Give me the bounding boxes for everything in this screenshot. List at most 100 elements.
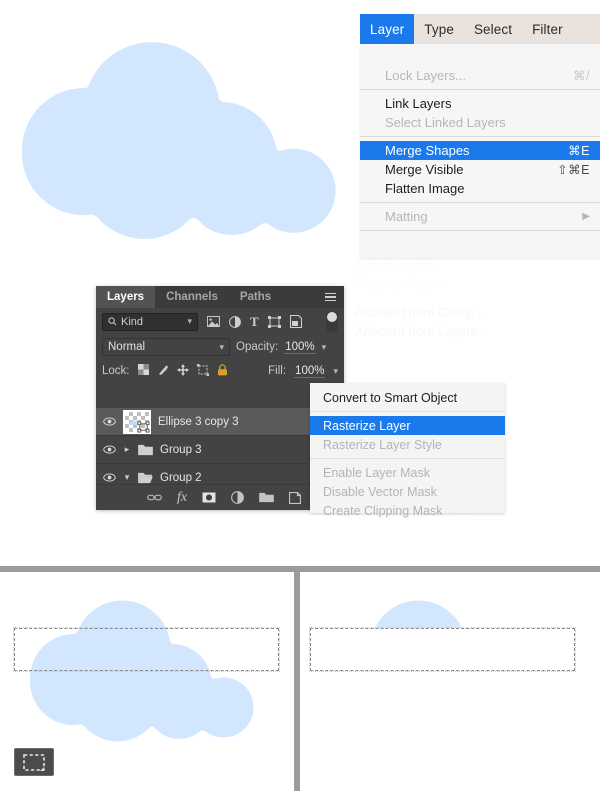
menu-item-link-layers-label: Link Layers (385, 96, 452, 111)
menu-item-select-linked-layers[interactable]: Select Linked Layers (360, 113, 600, 132)
lock-all-icon[interactable] (217, 363, 228, 379)
menu-item-matting-label: Matting (385, 209, 428, 224)
filter-kind-select[interactable]: Kind ▾ (102, 312, 198, 331)
rectangular-marquee-selection[interactable] (309, 627, 576, 672)
lock-position-icon[interactable] (176, 363, 189, 379)
folder-closed-icon (138, 444, 153, 456)
folder-open-icon (138, 472, 153, 484)
layer-name[interactable]: Group 2 (160, 472, 202, 484)
menu-bar[interactable]: Layer Type Select Filter (360, 14, 600, 44)
menubar-item-type[interactable]: Type (414, 14, 464, 44)
chevron-down-icon: ▾ (219, 341, 224, 352)
smart-object-icon[interactable] (289, 315, 302, 328)
menu-item-merge-shapes-label: Merge Shapes (385, 143, 470, 158)
adjustment-layer-icon[interactable] (229, 315, 241, 328)
tab-channels[interactable]: Channels (155, 286, 229, 308)
blend-mode-select[interactable]: Normal ▾ (102, 338, 230, 356)
menu-item-lock-layers[interactable]: Lock Layers... ⌘/ (360, 66, 600, 85)
menu-separator-2 (360, 136, 600, 137)
context-item-disable-vector-mask[interactable]: Disable Vector Mask (310, 482, 505, 501)
chevron-down-icon[interactable]: ▾ (123, 472, 131, 483)
menu-separator-1 (360, 89, 600, 90)
menu-separator-3 (360, 202, 600, 203)
layers-panel-tabs[interactable]: Layers Channels Paths (96, 286, 344, 308)
context-item-create-clipping-mask[interactable]: Create Clipping Mask (310, 501, 505, 520)
menu-item-merge-visible-shortcut: ⇧⌘E (557, 163, 590, 177)
layer-name[interactable]: Ellipse 3 copy 3 (158, 416, 239, 428)
adjustment-layer-icon[interactable] (231, 491, 244, 504)
context-item-convert-to-smart-object[interactable]: Convert to Smart Object (310, 388, 505, 407)
menubar-item-layer[interactable]: Layer (360, 14, 415, 44)
lock-artboard-icon[interactable] (196, 363, 209, 379)
pixel-layer-icon[interactable] (207, 316, 220, 327)
lock-row[interactable]: Lock: Fill: 100% ▾ (96, 359, 344, 383)
layer-thumbnail[interactable] (123, 409, 151, 434)
menu-item-merge-visible-label: Merge Visible (385, 162, 464, 177)
menu-item-flatten-image[interactable]: Flatten Image (360, 179, 600, 198)
lock-image-pixels-icon[interactable] (157, 364, 169, 379)
context-item-rasterize-layer-style[interactable]: Rasterize Layer Style (310, 435, 505, 454)
cloud-shape-bottom-deleted (375, 600, 462, 628)
context-item-enable-layer-mask[interactable]: Enable Layer Mask (310, 463, 505, 482)
context-separator-2 (310, 458, 505, 459)
filter-type-icons[interactable]: T (207, 315, 302, 328)
link-layers-icon[interactable] (147, 493, 162, 502)
eye-icon[interactable] (102, 473, 116, 482)
new-group-icon[interactable] (259, 492, 274, 503)
screenshot-stage: Layer Type Select Filter Lock Layers... … (0, 0, 600, 791)
menu-item-merge-visible[interactable]: Merge Visible ⇧⌘E (360, 160, 600, 179)
menu-item-merge-shapes[interactable]: Merge Shapes ⌘E (360, 141, 600, 160)
layers-panel-footer[interactable]: fx (96, 484, 344, 510)
rectangular-marquee-tool-icon[interactable] (14, 748, 54, 776)
layer-context-menu[interactable]: Convert to Smart Object Rasterize Layer … (310, 383, 505, 518)
layer-dropdown-menu[interactable]: Lock Layers... ⌘/ Link Layers Select Lin… (360, 44, 600, 258)
layer-row-group-3[interactable]: ▸ Group 3 (96, 436, 344, 464)
hamburger-icon[interactable] (317, 286, 344, 308)
layer-filter-row[interactable]: Kind ▾ T (96, 308, 344, 335)
chevron-right-icon[interactable]: ▸ (123, 444, 131, 455)
opacity-label: Opacity: (236, 341, 279, 353)
filter-kind-label: Kind (121, 315, 144, 328)
ghost-item-2: Artboard from Group... (355, 305, 486, 320)
layer-name[interactable]: Group 3 (160, 444, 202, 456)
fill-value[interactable]: 100% (294, 365, 326, 378)
canvas-panel-right[interactable] (300, 572, 600, 791)
vector-mask-badge (137, 420, 150, 433)
rectangular-marquee-selection[interactable] (13, 627, 280, 672)
menu-separator-4 (360, 230, 600, 231)
context-item-rasterize-layer[interactable]: Rasterize Layer (310, 416, 505, 435)
tab-paths[interactable]: Paths (229, 286, 282, 308)
menubar-item-filter[interactable]: Filter (522, 14, 573, 44)
eye-icon[interactable] (102, 445, 116, 454)
opacity-value[interactable]: 100% (284, 341, 316, 354)
new-layer-icon[interactable] (289, 491, 302, 504)
menu-item-flatten-image-label: Flatten Image (385, 181, 465, 196)
fill-label: Fill: (268, 365, 287, 377)
menu-item-lock-layers-label: Lock Layers... (385, 68, 466, 83)
ghost-item-3: Artboard from Layers... (355, 324, 488, 339)
chevron-down-icon: ▾ (187, 316, 192, 326)
ghost-item-1: Ungroup Layers (355, 276, 448, 291)
menu-item-matting[interactable]: Matting ▶ (360, 207, 600, 226)
layer-list[interactable]: Ellipse 3 copy 3 ▸ Group 3 ▾ Group 2 (96, 408, 344, 492)
layer-style-fx-icon[interactable]: fx (177, 490, 187, 506)
eye-icon[interactable] (102, 417, 116, 426)
blend-mode-row[interactable]: Normal ▾ Opacity: 100% ▾ (96, 335, 344, 359)
layer-row-ellipse-3-copy-3[interactable]: Ellipse 3 copy 3 (96, 408, 344, 436)
menu-item-link-layers[interactable]: Link Layers (360, 94, 600, 113)
blend-mode-value: Normal (108, 341, 146, 353)
lock-transparent-pixels-icon[interactable] (137, 364, 149, 378)
submenu-arrow-icon: ▶ (582, 211, 590, 222)
tab-layers[interactable]: Layers (96, 286, 156, 308)
chevron-down-icon[interactable]: ▾ (333, 366, 338, 377)
layers-panel[interactable]: Layers Channels Paths Kind ▾ T Normal ▾ … (96, 286, 344, 510)
menu-item-merge-shapes-shortcut: ⌘E (568, 144, 590, 158)
shape-layer-icon[interactable] (267, 315, 281, 328)
filter-enable-toggle[interactable] (326, 310, 338, 333)
menu-item-lock-layers-shortcut: ⌘/ (573, 69, 590, 83)
menubar-item-select[interactable]: Select (464, 14, 522, 44)
type-layer-icon[interactable]: T (250, 315, 259, 328)
lock-label: Lock: (102, 365, 130, 377)
layer-mask-icon[interactable] (202, 492, 216, 503)
chevron-down-icon[interactable]: ▾ (322, 342, 327, 353)
